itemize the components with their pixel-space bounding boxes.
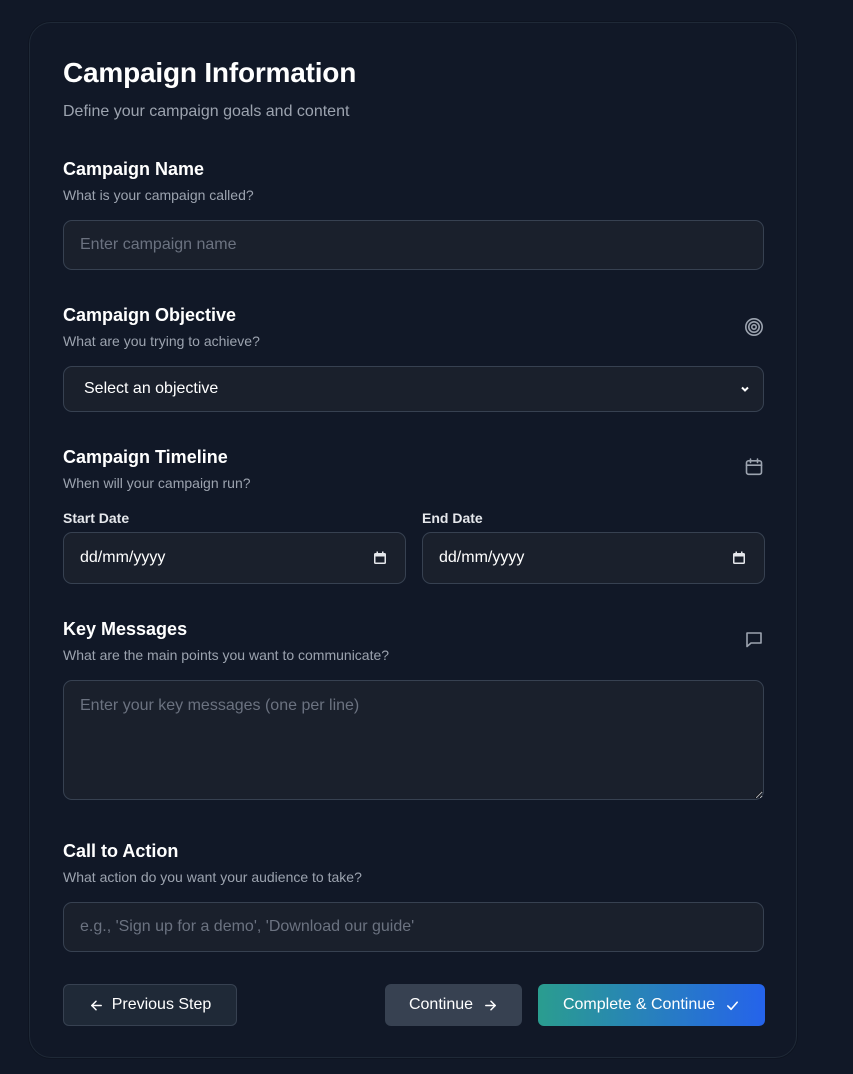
objective-select-value: Select an objective	[84, 380, 219, 397]
campaign-timeline-title: Campaign Timeline	[63, 447, 228, 467]
key-messages-description: What are the main points you want to com…	[63, 647, 390, 663]
target-icon	[744, 317, 764, 337]
call-to-action-input[interactable]	[63, 902, 764, 952]
previous-step-label: Previous Step	[111, 996, 212, 1013]
end-date-input[interactable]: dd/mm/yyyy	[422, 532, 765, 584]
start-date-input[interactable]: dd/mm/yyyy	[63, 532, 406, 584]
check-icon	[725, 998, 740, 1013]
arrow-right-icon	[483, 998, 498, 1013]
campaign-name-title: Campaign Name	[63, 159, 205, 179]
call-to-action-section: Call to Action What action do you want y…	[63, 841, 764, 885]
campaign-timeline-section: Campaign Timeline When will your campaig…	[63, 447, 764, 491]
page-subtitle: Define your campaign goals and content	[63, 103, 350, 120]
call-to-action-description: What action do you want your audience to…	[63, 869, 362, 885]
key-messages-section: Key Messages What are the main points yo…	[63, 619, 764, 663]
calendar-picker-icon[interactable]	[732, 551, 746, 565]
end-date-label: End Date	[422, 510, 483, 526]
campaign-name-input[interactable]	[63, 220, 764, 270]
chevron-down-icon	[739, 383, 751, 395]
complete-continue-button[interactable]: Complete & Continue	[538, 984, 765, 1026]
form-actions: Previous Step Continue Complete & Contin…	[63, 984, 765, 1026]
calendar-picker-icon[interactable]	[373, 551, 387, 565]
campaign-form-card: Campaign Information Define your campaig…	[29, 22, 797, 1058]
campaign-name-description: What is your campaign called?	[63, 187, 254, 203]
end-date-value: dd/mm/yyyy	[439, 549, 525, 566]
key-messages-textarea[interactable]	[63, 680, 764, 800]
continue-label: Continue	[408, 996, 474, 1013]
campaign-objective-description: What are you trying to achieve?	[63, 333, 260, 349]
previous-step-button[interactable]: Previous Step	[63, 984, 237, 1026]
campaign-name-section: Campaign Name What is your campaign call…	[63, 159, 764, 203]
campaign-objective-title: Campaign Objective	[63, 305, 237, 325]
arrow-left-icon	[89, 998, 104, 1013]
call-to-action-title: Call to Action	[63, 841, 179, 861]
campaign-objective-section: Campaign Objective What are you trying t…	[63, 305, 764, 349]
start-date-value: dd/mm/yyyy	[80, 549, 166, 566]
continue-button[interactable]: Continue	[385, 984, 522, 1026]
page-title: Campaign Information	[63, 57, 357, 88]
key-messages-title: Key Messages	[63, 619, 188, 639]
message-icon	[744, 629, 764, 649]
start-date-label: Start Date	[63, 510, 130, 526]
calendar-icon	[744, 457, 764, 477]
complete-continue-label: Complete & Continue	[562, 996, 716, 1013]
campaign-timeline-description: When will your campaign run?	[63, 475, 251, 491]
objective-select[interactable]: Select an objective	[63, 366, 764, 412]
